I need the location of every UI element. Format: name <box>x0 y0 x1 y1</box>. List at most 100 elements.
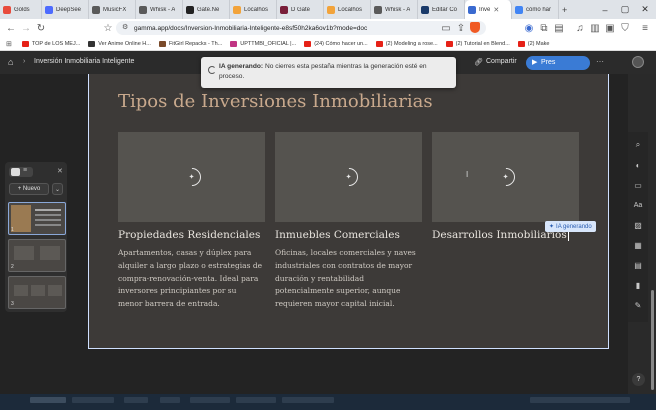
bookmark-item[interactable]: (2) Modeling a rose... <box>375 40 438 47</box>
share-button[interactable]: Compartir <box>486 58 517 65</box>
bookmark-item[interactable]: (24) Cómo hacer un... <box>304 40 368 47</box>
browser-tab[interactable]: Localhos <box>324 0 371 19</box>
shield-icon[interactable]: ⛉ <box>619 22 631 34</box>
taskbar-item[interactable] <box>190 397 230 403</box>
taskbar-item[interactable] <box>160 397 180 403</box>
wallet-icon[interactable]: ◉ <box>523 22 535 34</box>
theme-icon[interactable]: ◐ <box>633 160 643 170</box>
browser-tab[interactable]: D Gate <box>277 0 324 19</box>
reload-icon[interactable]: ↻ <box>35 22 47 34</box>
tab-favicon-icon <box>186 5 194 14</box>
thumbnail-view-icon[interactable] <box>11 168 20 176</box>
extensions-icon[interactable]: ⧉ <box>538 22 550 34</box>
sparkle-icon: ✦ <box>502 174 509 181</box>
url-text: gamma.app/docs/Inversion-Inmobiliaria-In… <box>134 24 368 32</box>
panel-view-toggle[interactable]: ≡ <box>9 167 33 177</box>
bookmark-item[interactable]: UPTTMBI_OFICIAL |... <box>230 40 296 47</box>
sidebar-toggle-icon[interactable]: ▤ <box>553 22 565 34</box>
bookmark-item[interactable]: (2) Make <box>517 40 550 47</box>
table-icon[interactable]: ▦ <box>633 240 643 250</box>
image-placeholder-residential[interactable]: ✦ <box>118 132 265 222</box>
browser-tab[interactable]: Editar Co <box>418 0 465 19</box>
column-body-residential[interactable]: Apartamentos, casas y dúplex para alquil… <box>118 247 263 311</box>
cast-icon[interactable]: ▭ <box>440 22 452 34</box>
slide-number: 3 <box>11 301 14 307</box>
edit-icon[interactable]: ✎ <box>633 300 643 310</box>
browser-tab[interactable]: cómo har <box>512 0 559 19</box>
minimize-button[interactable]: – <box>594 0 616 19</box>
taskbar-item[interactable] <box>124 397 148 403</box>
taskbar-item[interactable] <box>282 397 334 403</box>
close-panel-icon[interactable]: ✕ <box>57 167 63 175</box>
chart-icon[interactable]: ▮ <box>633 280 643 290</box>
image-placeholder-commercial[interactable]: ✦ <box>275 132 422 222</box>
back-icon[interactable]: ← <box>5 22 17 34</box>
slide-thumbnail-2[interactable]: 2 <box>8 239 66 272</box>
url-bar[interactable]: ⚙ gamma.app/docs/Inversion-Inmobiliaria-… <box>116 21 486 35</box>
avatar[interactable] <box>632 56 644 68</box>
page-title[interactable]: Tipos de Inversiones Inmobiliarias <box>118 91 433 112</box>
list-view-icon[interactable]: ≡ <box>23 167 27 174</box>
system-tray[interactable] <box>530 397 630 403</box>
slide-panel: ≡ ✕ + Nuevo ⌄ 1 2 3 <box>5 162 67 312</box>
bookmark-item[interactable]: TOP de LOS MEJ... <box>21 40 80 47</box>
browser-tab[interactable]: MusicFX <box>89 0 136 19</box>
column-title-commercial[interactable]: Inmuebles Comerciales <box>275 229 400 241</box>
bookmark-label: (2) Tutorial en Blend... <box>455 40 510 47</box>
bookmark-star-icon[interactable]: ☆ <box>102 22 114 34</box>
browser-tab[interactable]: Inve ✕ <box>465 0 512 19</box>
text-style-icon[interactable]: Aa <box>633 200 643 210</box>
tab-label: Inve <box>479 6 491 13</box>
slide-card[interactable]: Tipos de Inversiones Inmobiliarias ✦ ✦ ✦… <box>88 74 609 349</box>
vpn-icon[interactable]: ▣ <box>604 22 616 34</box>
maximize-button[interactable]: ▢ <box>614 0 636 19</box>
bookmark-item[interactable]: Ver Anime Online H... <box>88 40 151 47</box>
menu-icon[interactable]: ≡ <box>639 22 651 34</box>
forward-icon[interactable]: → <box>20 22 32 34</box>
tab-favicon-icon <box>139 5 147 14</box>
browser-tab[interactable]: Localhos <box>230 0 277 19</box>
split-view-icon[interactable]: ▥ <box>589 22 601 34</box>
bookmark-favicon-icon <box>445 40 453 47</box>
image-icon[interactable]: ▨ <box>633 220 643 230</box>
browser-tab[interactable]: Gate.Ne <box>183 0 230 19</box>
media-icon[interactable]: ♫ <box>574 22 586 34</box>
slide-thumbnail-3[interactable]: 3 <box>8 276 66 309</box>
breadcrumb[interactable]: Inversión Inmobiliaria Inteligente <box>34 58 134 65</box>
taskbar-item[interactable] <box>236 397 276 403</box>
help-button[interactable]: ? <box>632 373 645 386</box>
image-placeholder-developments[interactable]: ✦ I <box>432 132 579 222</box>
home-icon[interactable]: ⌂ <box>8 57 13 67</box>
taskbar-item[interactable] <box>30 397 66 403</box>
browser-tab[interactable]: DeepSee <box>42 0 89 19</box>
brave-shield-icon[interactable] <box>470 22 480 33</box>
embed-icon[interactable]: ▤ <box>633 260 643 270</box>
browser-tab[interactable]: Golds <box>0 0 42 19</box>
card-layout-icon[interactable]: ▭ <box>633 180 643 190</box>
slide-thumbnail-1[interactable]: 1 <box>8 202 66 235</box>
browser-tab[interactable]: Whisk - A <box>371 0 418 19</box>
site-info-icon[interactable]: ⚙ <box>122 23 128 31</box>
apps-grid-icon[interactable]: ⊞ <box>6 40 12 48</box>
slide-number: 2 <box>11 264 14 270</box>
more-options-button[interactable]: ⋯ <box>596 57 608 69</box>
column-body-commercial[interactable]: Oficinas, locales comerciales y naves in… <box>275 247 420 311</box>
present-button[interactable]: ▶ Pres <box>526 56 590 70</box>
browser-tab[interactable]: Whisk - A <box>136 0 183 19</box>
tab-label: Localhos <box>244 6 269 13</box>
bookmark-item[interactable]: (2) Tutorial en Blend... <box>445 40 510 47</box>
close-window-button[interactable]: ✕ <box>634 0 656 19</box>
close-tab-icon[interactable]: ✕ <box>493 6 499 14</box>
share-page-icon[interactable]: ⇪ <box>455 22 467 34</box>
taskbar-item[interactable] <box>72 397 114 403</box>
search-icon[interactable]: ⌕ <box>633 140 643 150</box>
new-tab-button[interactable]: + <box>559 0 570 19</box>
ai-badge-label: IA generando <box>556 223 592 230</box>
page-scrollbar[interactable] <box>651 290 654 390</box>
bookmark-item[interactable]: FitGirl Repacks - Th... <box>158 40 223 47</box>
new-slide-button[interactable]: + Nuevo <box>9 183 49 195</box>
column-title-residential[interactable]: Propiedades Residenciales <box>118 229 260 241</box>
new-slide-dropdown-icon[interactable]: ⌄ <box>52 183 63 195</box>
bookmark-label: FitGirl Repacks - Th... <box>168 40 223 47</box>
share-icon[interactable]: 🔗︎ <box>474 58 483 66</box>
